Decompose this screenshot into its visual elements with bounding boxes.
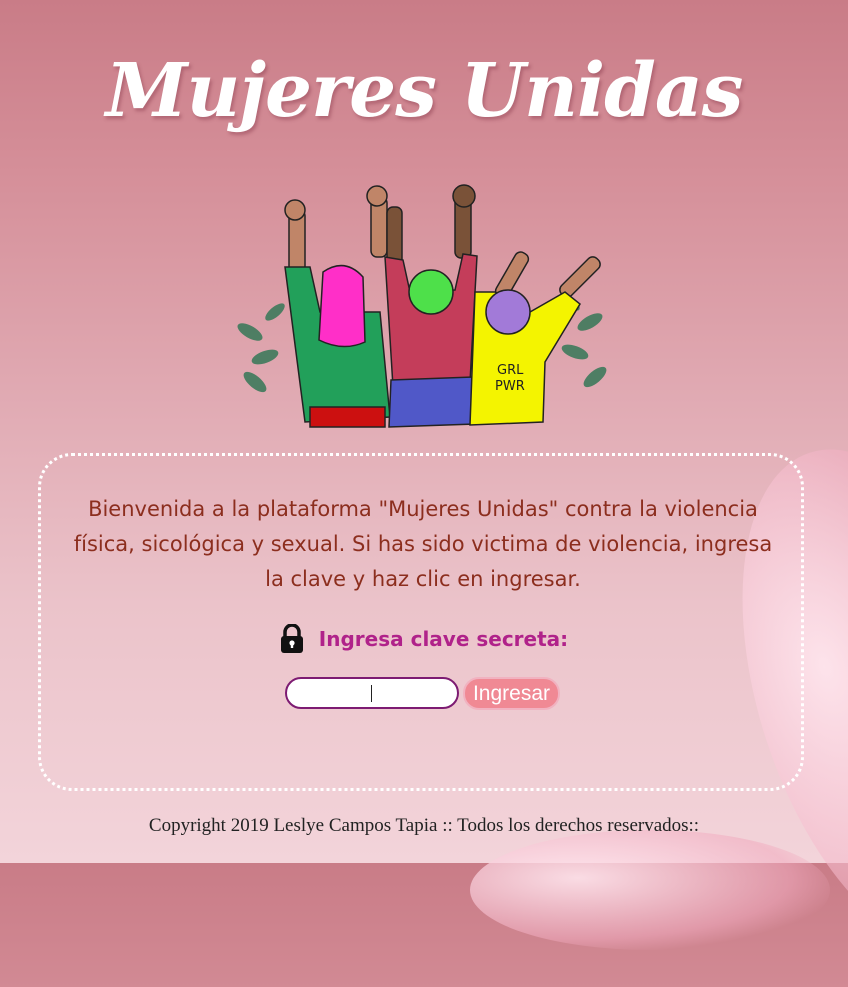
site-title: Mujeres Unidas [105, 48, 744, 134]
welcome-message: Bienvenida a la plataforma "Mujeres Unid… [73, 497, 773, 591]
svg-text:GRL: GRL [497, 363, 524, 378]
secret-key-label: Ingresa clave secreta: [318, 627, 569, 651]
secret-key-label-row: Ingresa clave secreta: [0, 624, 848, 654]
lock-icon [280, 624, 303, 653]
secret-key-input[interactable] [285, 677, 459, 709]
women-raising-fists-illustration: GRL PWR [237, 184, 607, 428]
text-cursor [371, 685, 372, 702]
submit-button[interactable]: Ingresar [463, 677, 560, 710]
copyright-footer: Copyright 2019 Leslye Campos Tapia :: To… [148, 815, 700, 836]
background-petal [470, 830, 830, 950]
svg-text:PWR: PWR [495, 379, 525, 394]
